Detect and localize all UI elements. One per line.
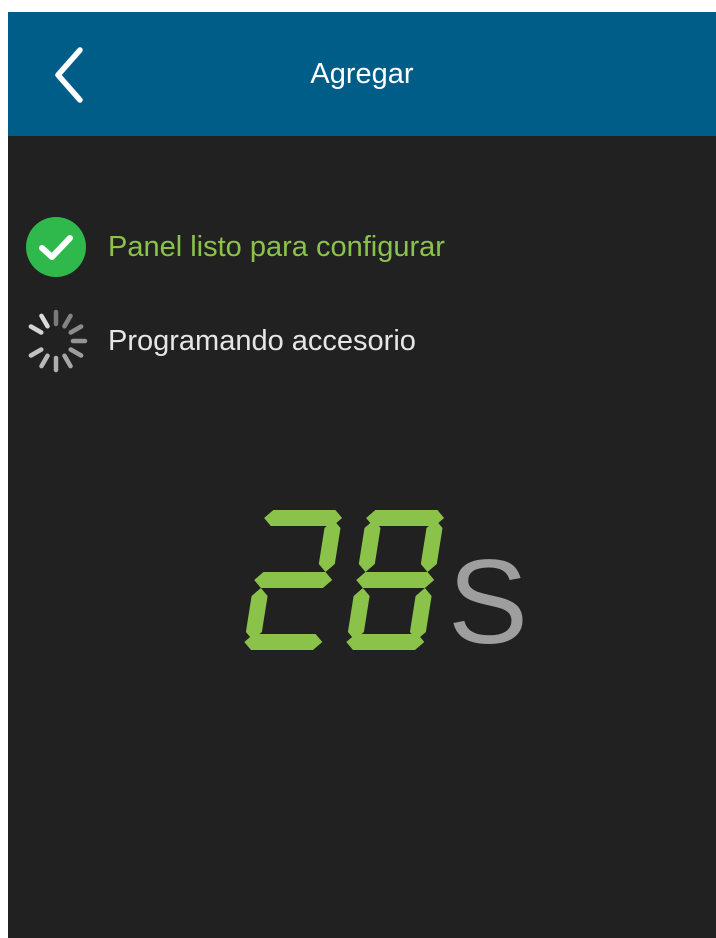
add-accessory-screen: Agregar Panel listo para configurar Prog… xyxy=(8,12,716,938)
status-label: Panel listo para configurar xyxy=(108,231,445,263)
digit-segment xyxy=(409,588,432,640)
spinner-tick xyxy=(39,353,50,369)
spinner-tick xyxy=(39,313,50,329)
spinner-tick xyxy=(28,324,44,335)
spinner-tick xyxy=(68,347,84,358)
spinner-tick xyxy=(28,347,44,358)
status-item-programming-accessory: Programando accesorio xyxy=(24,309,416,373)
digit-segment xyxy=(254,572,333,588)
spinner-tick xyxy=(68,324,84,335)
page-title: Agregar xyxy=(310,58,414,90)
digit-segment xyxy=(420,520,443,572)
countdown-unit: S xyxy=(448,535,529,669)
digit-segment xyxy=(318,520,341,572)
status-label: Programando accesorio xyxy=(108,325,416,357)
digit-segment xyxy=(245,588,268,640)
spinner-tick xyxy=(62,353,73,369)
digit-segment xyxy=(244,634,323,650)
app-bar: Agregar xyxy=(8,12,716,136)
digit-segment xyxy=(356,572,435,588)
digit-segment xyxy=(347,588,370,640)
countdown-digit xyxy=(346,510,445,650)
digit-segment xyxy=(358,520,381,572)
status-item-panel-ready: Panel listo para configurar xyxy=(24,215,445,279)
spinner-icon xyxy=(28,309,88,373)
spinner-tick xyxy=(62,313,73,329)
check-circle-icon xyxy=(26,217,86,277)
countdown-digit xyxy=(244,510,343,650)
